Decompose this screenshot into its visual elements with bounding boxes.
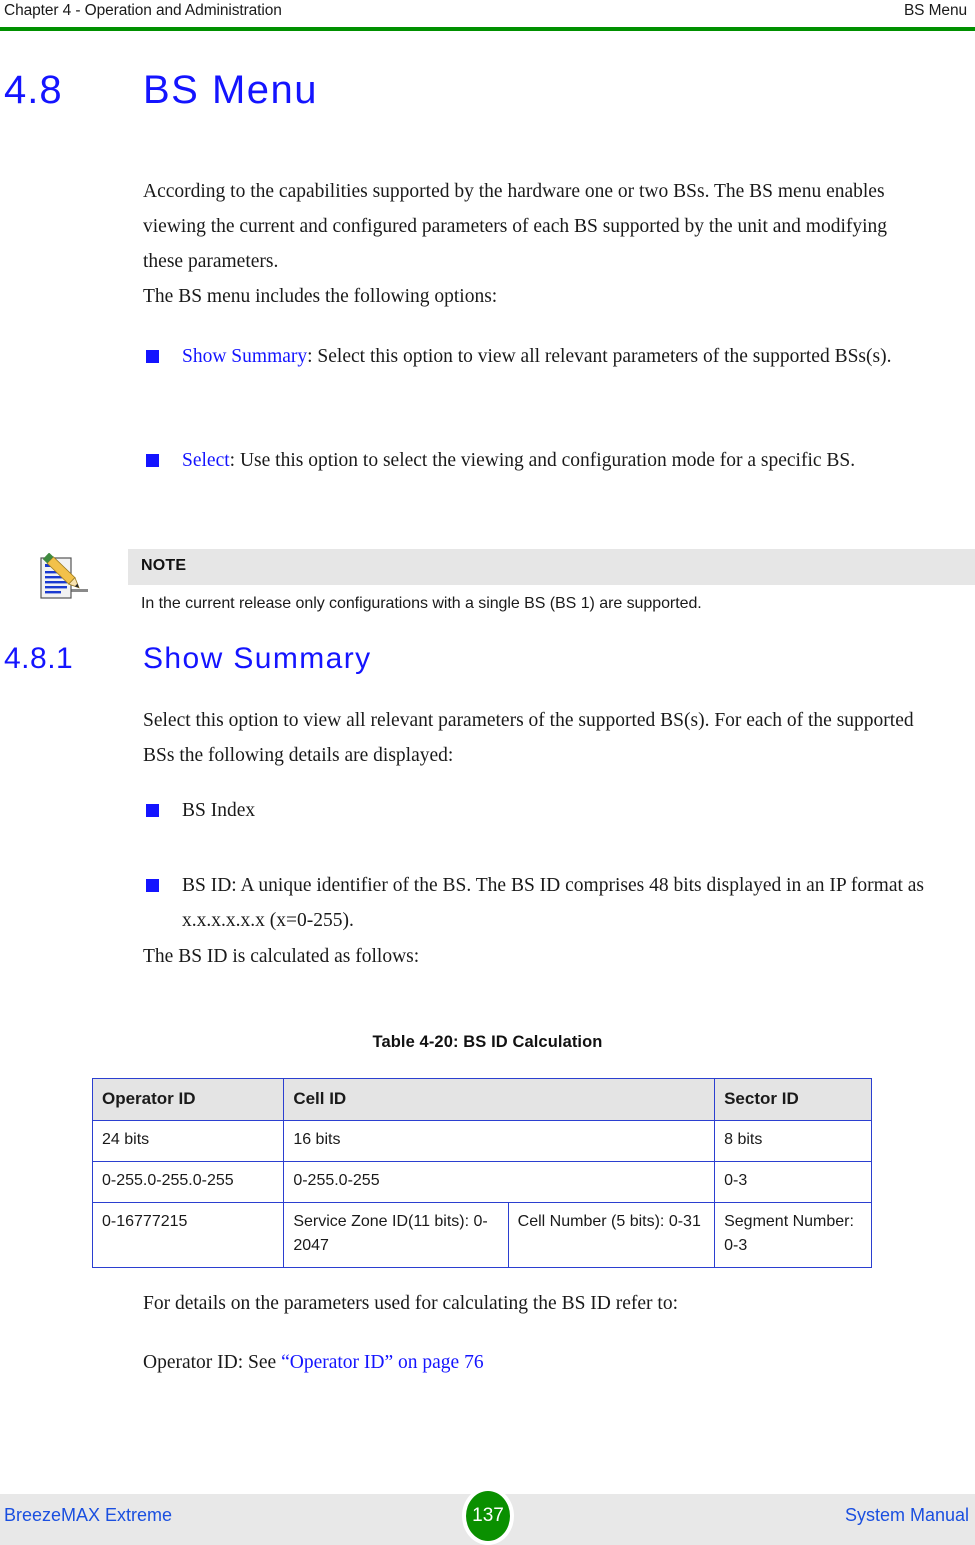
header-chapter-title: Chapter 4 - Operation and Administration [4,2,282,19]
cell-operator-id: 0-16777215 [91,1202,285,1268]
table-caption: Table 4-20: BS ID Calculation [372,1033,603,1051]
table-row: 0-255.0-255.0-255 0-255.0-255 0-3 [91,1161,872,1203]
list-item-term[interactable]: Show Summary [182,346,307,367]
header-section-title: BS Menu [903,2,967,19]
column-header-cell-id: Cell ID [283,1078,716,1121]
details-lead-paragraph: For details on the parameters used for c… [143,1293,678,1314]
list-item: BS Index [146,793,946,828]
list-item: Show Summary: Select this option to view… [146,339,936,374]
column-header-sector-id: Sector ID [714,1078,872,1121]
note-pencil-icon [36,552,92,605]
bs-id-calculation-table: Operator ID Cell ID Sector ID 24 bits 16… [91,1078,872,1268]
cell-sector-id: 8 bits [714,1120,872,1162]
heading-title: BS Menu [143,68,319,112]
footer-product-name: BreezeMAX Extreme [4,1505,173,1525]
note-text: In the current release only configuratio… [141,595,702,612]
table-row: 0-16777215 Service Zone ID(11 bits): 0-2… [91,1202,872,1268]
bullet-square-icon [146,804,159,817]
subheading-title: Show Summary [143,642,372,675]
list-item-term[interactable]: Select [182,450,230,471]
cell-cell-id: 0-255.0-255 [283,1161,716,1203]
show-summary-intro-paragraph: Select this option to view all relevant … [143,710,914,766]
table-row: 24 bits 16 bits 8 bits [91,1120,872,1162]
page-running-header: Chapter 4 - Operation and Administration… [0,0,975,32]
cell-segment-number: Segment Number: 0-3 [714,1202,872,1268]
bullet-square-icon [146,879,159,892]
crossref-prefix: Operator ID: See [143,1352,282,1373]
note-callout: NOTE In the current release only configu… [0,549,975,629]
bullet-square-icon [146,350,159,363]
list-item: Select: Use this option to select the vi… [146,443,936,478]
cell-cell-number: Cell Number (5 bits): 0-31 [507,1202,716,1268]
list-item-text: BS Index [182,800,256,821]
section-heading-4-8: 4.8 BS Menu [0,68,975,113]
cell-operator-id: 24 bits [91,1120,285,1162]
list-item-text: BS ID: A unique identifier of the BS. Th… [182,875,925,931]
cell-sector-id: 0-3 [714,1161,872,1203]
cell-cell-id: 16 bits [283,1120,716,1162]
note-label: NOTE [141,557,187,574]
crossref-link[interactable]: “Operator ID” on page 76 [281,1352,484,1373]
header-green-rule [0,27,975,31]
list-item: BS ID: A unique identifier of the BS. Th… [146,868,951,938]
bsid-calc-lead-paragraph: The BS ID is calculated as follows: [143,946,420,967]
page-number-badge: 137 [462,1487,514,1545]
options-lead-paragraph: The BS menu includes the following optio… [143,286,498,307]
bullet-square-icon [146,454,159,467]
section-heading-4-8-1: 4.8.1 Show Summary [0,642,975,676]
list-item-text: : Use this option to select the viewing … [229,450,856,471]
intro-paragraph: According to the capabilities supported … [143,181,888,272]
cell-operator-id: 0-255.0-255.0-255 [91,1161,285,1203]
footer-document-name: System Manual [844,1505,969,1525]
list-item-text: : Select this option to view all relevan… [307,346,892,367]
note-header-bar: NOTE [128,549,975,585]
cell-service-zone-id: Service Zone ID(11 bits): 0-2047 [283,1202,509,1268]
subheading-number: 4.8.1 [4,642,74,675]
table-header-row: Operator ID Cell ID Sector ID [91,1078,872,1121]
heading-number: 4.8 [4,68,63,112]
column-header-operator-id: Operator ID [91,1078,285,1121]
crossref-paragraph: Operator ID: See “Operator ID” on page 7… [143,1345,943,1380]
